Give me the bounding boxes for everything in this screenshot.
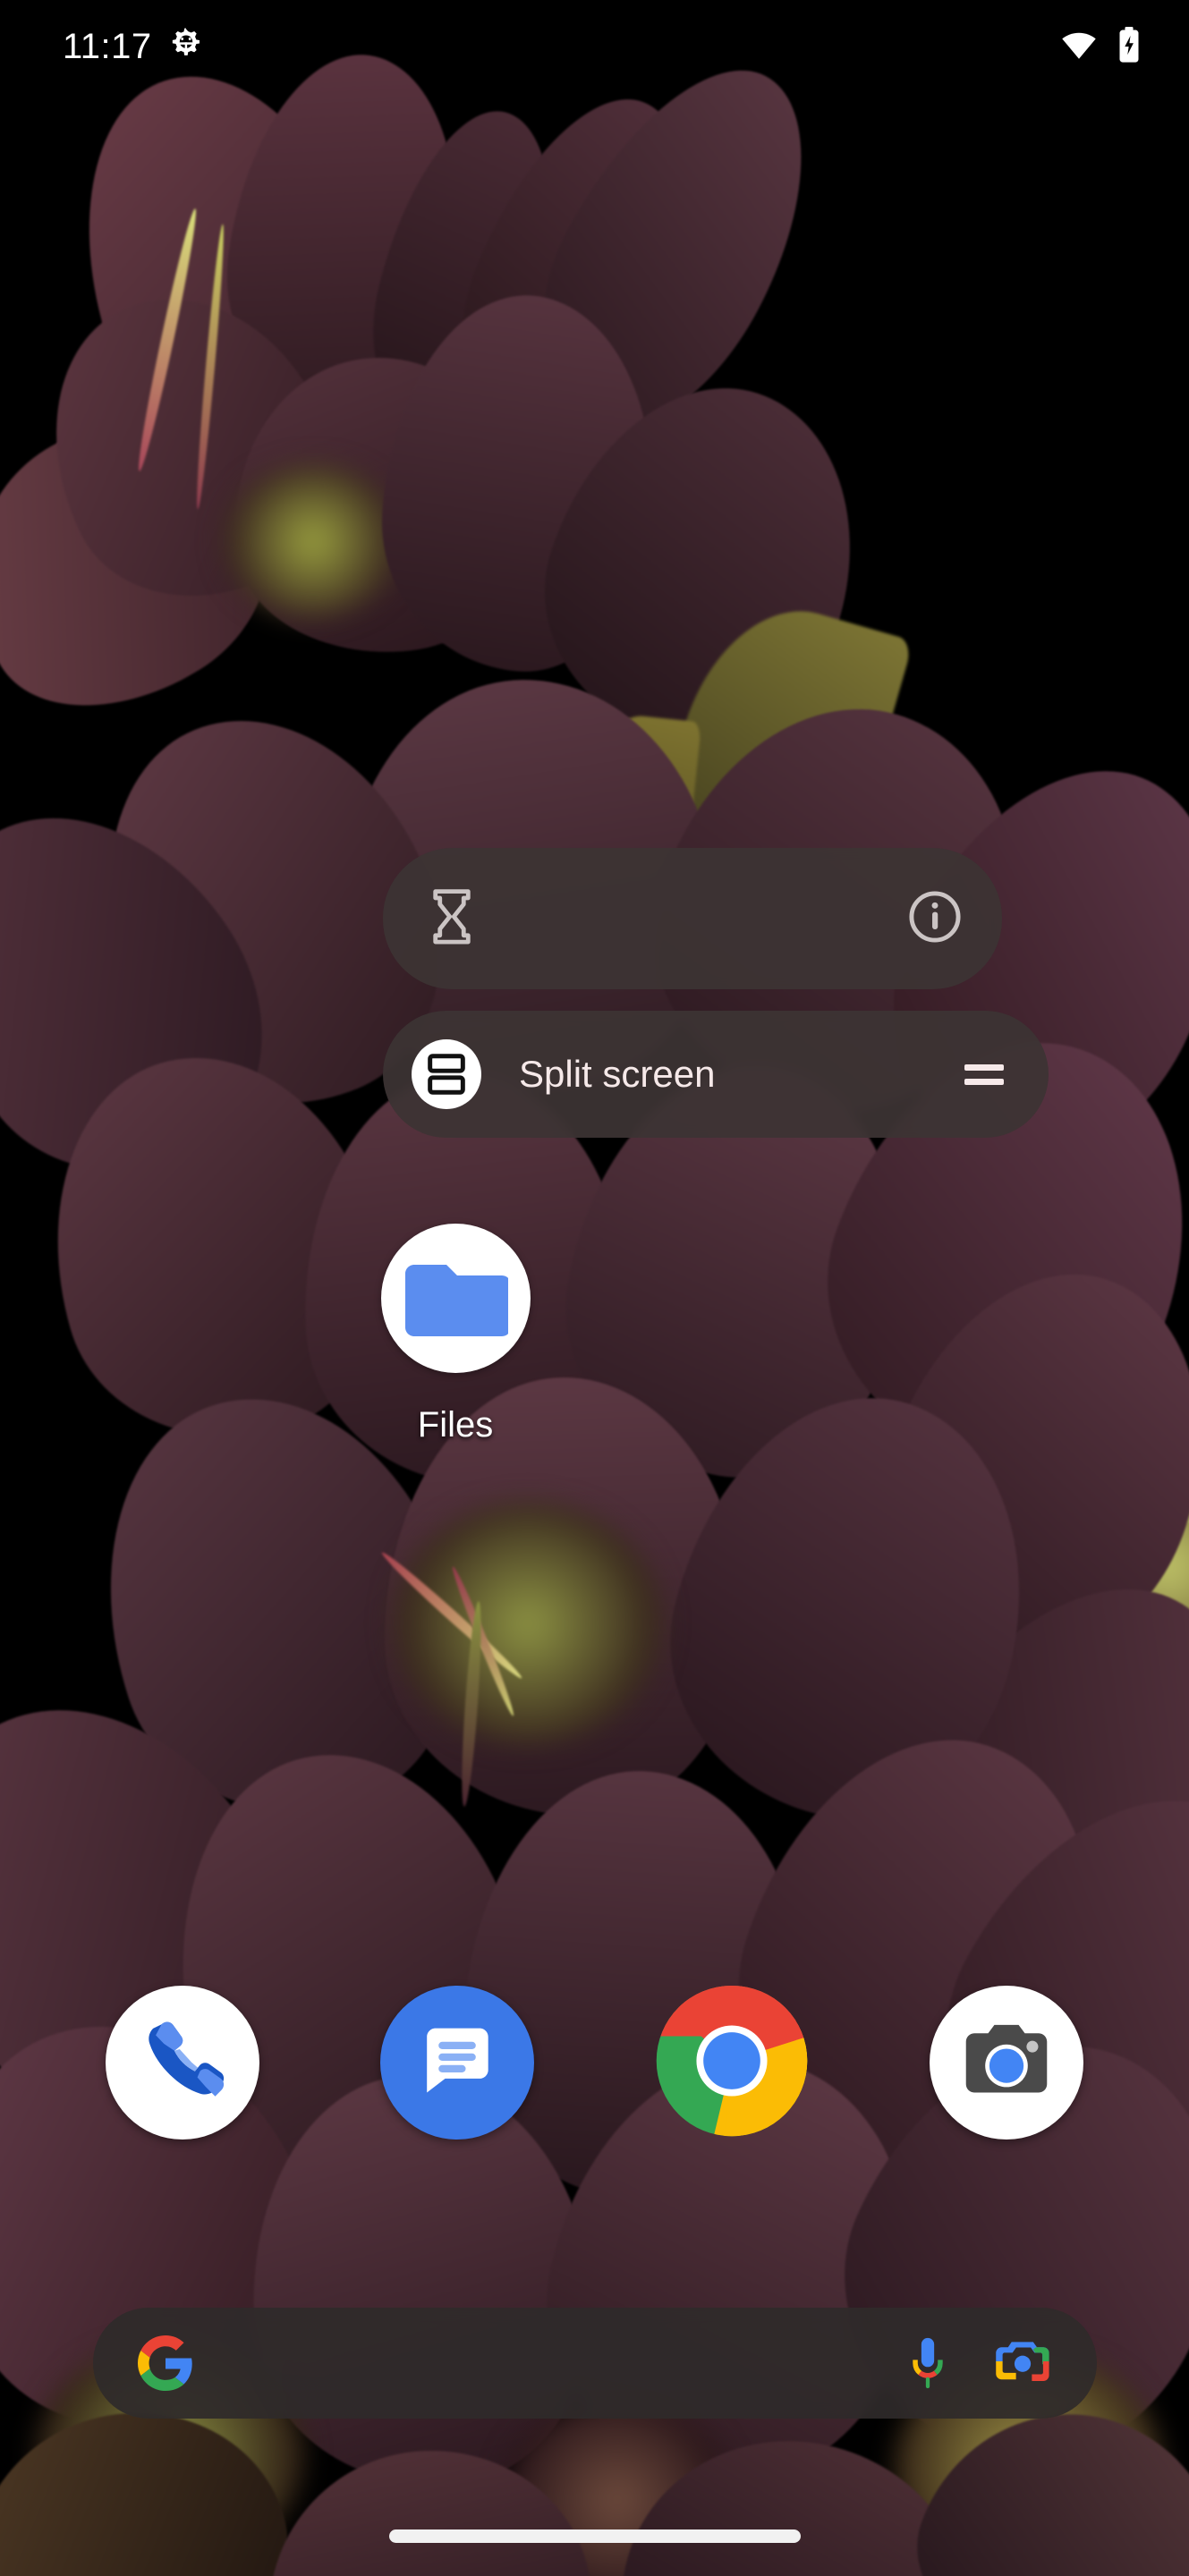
app-label-files: Files <box>417 1405 494 1445</box>
navigation-bar <box>0 2496 1189 2576</box>
hourglass-icon[interactable] <box>426 888 478 950</box>
dock-item-camera[interactable] <box>930 1986 1084 2140</box>
folder-icon[interactable] <box>380 1224 531 1373</box>
status-bar-clock: 11:17 <box>63 27 152 66</box>
message-bubble-icon[interactable] <box>411 2014 504 2112</box>
status-bar-right <box>1060 26 1142 68</box>
search-input[interactable] <box>193 2308 902 2419</box>
microphone-icon[interactable] <box>902 2335 954 2391</box>
google-lens-icon[interactable] <box>995 2336 1052 2390</box>
info-circle-icon[interactable] <box>907 889 963 949</box>
dock-item-chrome[interactable] <box>655 1986 809 2140</box>
status-bar-left: 11:17 <box>63 27 204 67</box>
wifi-icon <box>1060 26 1098 68</box>
camera-icon[interactable] <box>956 2011 1057 2115</box>
drag-handle-icon[interactable] <box>964 1063 1004 1085</box>
google-search-bar[interactable] <box>93 2308 1097 2419</box>
phone-icon[interactable] <box>136 2014 229 2112</box>
dock-item-messages[interactable] <box>379 1986 534 2140</box>
app-long-press-popup: Split screen <box>383 848 1049 1138</box>
gear-icon <box>168 27 204 67</box>
app-icon-files[interactable]: Files <box>375 1224 536 1445</box>
google-g-icon <box>138 2335 193 2391</box>
split-screen-label: Split screen <box>519 1053 716 1095</box>
popup-row-split-screen[interactable]: Split screen <box>383 1011 1049 1138</box>
battery-charging-icon <box>1116 26 1142 68</box>
dock-item-phone[interactable] <box>105 1986 259 2140</box>
home-gesture-handle[interactable] <box>388 2529 801 2543</box>
popup-row-app-system[interactable] <box>383 848 1002 989</box>
wallpaper-dark-floral <box>0 0 1189 2576</box>
android-home-screen: 11:17 Split screen Files <box>0 0 1189 2576</box>
status-bar: 11:17 <box>0 0 1189 93</box>
chrome-icon[interactable] <box>655 1986 809 2140</box>
split-screen-icon[interactable] <box>412 1039 481 1109</box>
dock <box>0 1973 1189 2152</box>
